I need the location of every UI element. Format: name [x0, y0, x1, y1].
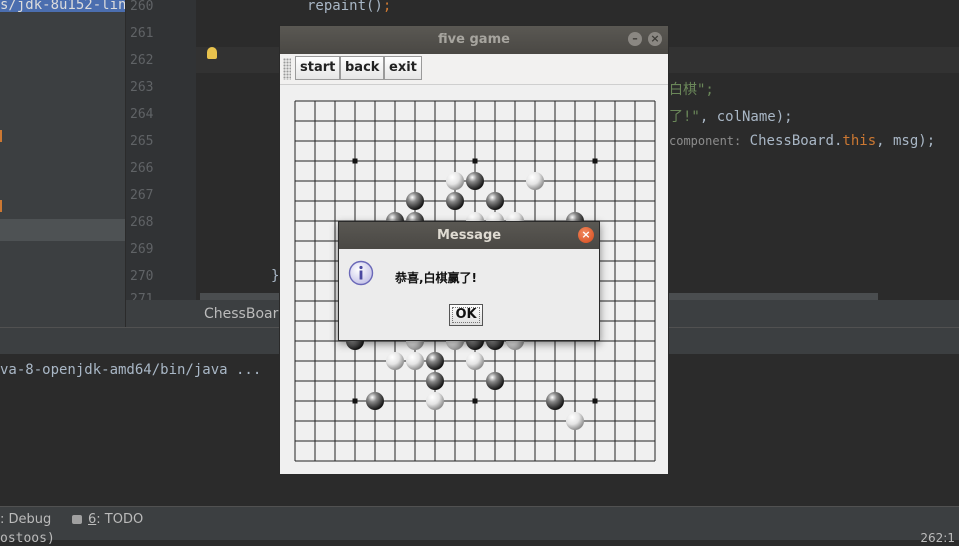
black-stone	[426, 352, 444, 370]
line-number: 260	[130, 0, 154, 14]
line-number: 269	[130, 242, 154, 257]
code-keyword: this	[842, 133, 877, 149]
code-text: ChessBoard.	[741, 133, 843, 149]
param-hint: component:	[669, 134, 742, 148]
black-stone	[366, 392, 384, 410]
black-stone	[486, 372, 504, 390]
change-marker	[0, 200, 2, 212]
line-number: 266	[130, 161, 154, 176]
black-stone	[546, 392, 564, 410]
line-number: 262	[130, 53, 154, 68]
info-icon	[348, 260, 374, 286]
star-point	[472, 158, 478, 164]
debug-tool-button[interactable]: : Debug	[0, 512, 51, 527]
star-point	[592, 398, 598, 404]
dialog-message: 恭喜,白棋赢了!	[395, 271, 478, 285]
lightbulb-icon[interactable]	[207, 47, 217, 59]
code-line-265: component: ChessBoard.this, msg);	[669, 133, 935, 149]
white-stone	[526, 172, 544, 190]
line-number: 270	[130, 269, 154, 284]
code-string: 白棋";	[669, 82, 714, 98]
project-selected-row[interactable]	[0, 219, 125, 241]
code-string: 了!"	[669, 109, 700, 125]
todo-icon	[72, 515, 82, 524]
editor-tab-chessboard[interactable]: ChessBoar	[204, 306, 278, 322]
white-stone	[466, 352, 484, 370]
window-titlebar[interactable]: five game – ×	[280, 26, 668, 54]
dialog-titlebar[interactable]: Message ×	[339, 222, 599, 249]
code-line-264: 了!", colName);	[669, 106, 793, 126]
code-text: , colName);	[699, 109, 793, 125]
back-button[interactable]: back	[340, 56, 385, 80]
exit-button[interactable]: exit	[384, 56, 422, 80]
line-number: 265	[130, 134, 154, 149]
code-line-260: repaint();	[307, 0, 391, 14]
line-number: 263	[130, 80, 154, 95]
toolbar-grip-icon[interactable]	[283, 58, 291, 80]
dialog-close-icon[interactable]: ×	[578, 227, 594, 243]
status-bar: : Debug 6: TODO ostoos) 262:1	[0, 506, 959, 546]
black-stone	[446, 192, 464, 210]
white-stone	[406, 352, 424, 370]
todo-tool-button[interactable]: 6: TODO	[88, 512, 143, 527]
dialog-title: Message	[436, 228, 502, 243]
black-stone	[466, 172, 484, 190]
project-panel: s/jdk-8u152-linux	[0, 0, 125, 327]
white-stone	[446, 172, 464, 190]
code-text: , msg);	[876, 133, 936, 149]
black-stone	[406, 192, 424, 210]
code-semicolon: ;	[382, 0, 392, 14]
line-number: 261	[130, 26, 154, 41]
line-number: 264	[130, 107, 154, 122]
message-dialog: Message × 恭喜,白棋赢了! OK	[338, 221, 600, 341]
ok-button[interactable]: OK	[449, 304, 483, 326]
white-stone	[386, 352, 404, 370]
black-stone	[486, 192, 504, 210]
todo-label: : TODO	[96, 512, 144, 527]
star-point	[592, 158, 598, 164]
change-marker	[0, 130, 2, 142]
console-command: va-8-openjdk-amd64/bin/java ...	[0, 362, 262, 378]
cursor-position[interactable]: 262:1	[920, 531, 955, 545]
code-text: repaint()	[307, 0, 383, 14]
black-stone	[426, 372, 444, 390]
minimize-icon[interactable]: –	[628, 32, 642, 46]
start-button[interactable]: start	[295, 56, 341, 80]
white-stone	[426, 392, 444, 410]
line-number: 267	[130, 188, 154, 203]
line-number: 268	[130, 215, 154, 230]
window-title: five game	[438, 32, 510, 47]
line-gutter: 260 261 262 263 264 265 266 267 268 269 …	[126, 0, 196, 307]
star-point	[352, 158, 358, 164]
close-icon[interactable]: ×	[648, 32, 662, 46]
star-point	[472, 398, 478, 404]
code-line-263: 白棋";	[669, 79, 714, 99]
game-toolbar: start back exit	[280, 54, 668, 85]
star-point	[352, 398, 358, 404]
white-stone	[566, 412, 584, 430]
project-path: s/jdk-8u152-linux	[0, 0, 125, 12]
